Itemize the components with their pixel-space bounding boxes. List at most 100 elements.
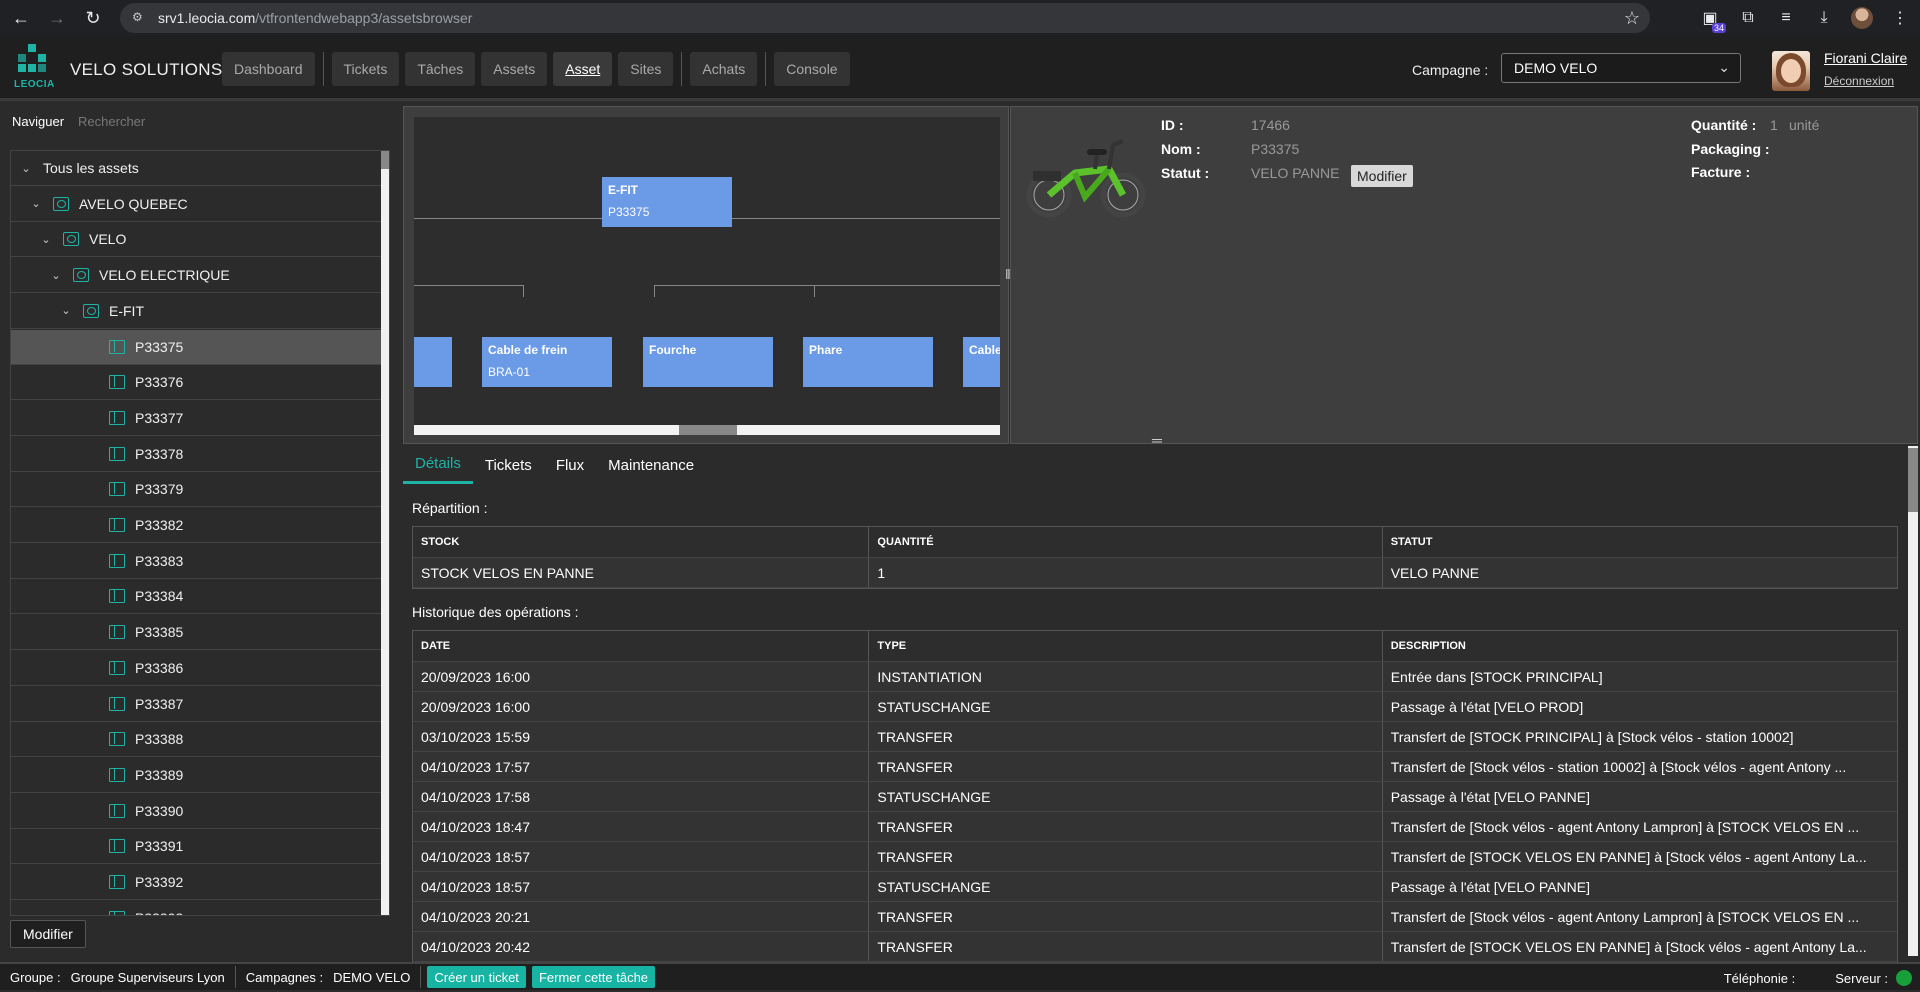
table-cell: TRANSFER — [869, 752, 1383, 781]
browser-menu-icon[interactable]: ⋮ — [1888, 6, 1912, 30]
diagram-scrollbar[interactable] — [414, 425, 1000, 435]
diagram-node-root[interactable]: E-FIT P33375 — [602, 177, 732, 227]
tree-item[interactable]: P33383 — [11, 544, 381, 579]
tree-item[interactable]: P33390 — [11, 794, 381, 829]
details-scrollbar[interactable] — [1908, 446, 1918, 956]
url-path: /vtfrontendwebapp3/assetsbrowser — [255, 10, 473, 26]
tree-item[interactable]: P33393 — [11, 901, 381, 915]
tab-flux[interactable]: Flux — [544, 446, 596, 484]
repartition-table: STOCK QUANTITÉ STATUT STOCK VELOS EN PANNE 1… — [412, 526, 1898, 589]
nav-sites[interactable]: Sites — [618, 52, 674, 86]
column-header[interactable]: QUANTITÉ — [869, 527, 1383, 557]
tree-item[interactable]: P33376 — [11, 365, 381, 401]
leocia-logo[interactable]: LEOCIA — [14, 44, 54, 90]
tree-item[interactable]: P33379 — [11, 472, 381, 508]
column-header[interactable]: DATE — [413, 631, 870, 661]
nav-assets[interactable]: Assets — [481, 52, 548, 86]
campaign-select[interactable]: DEMO VELO ⌄ — [1501, 53, 1741, 83]
chevron-down-icon[interactable]: ⌄ — [49, 269, 63, 282]
reload-icon[interactable]: ↻ — [78, 3, 108, 33]
tree-item[interactable]: ⌄ E-FIT — [11, 294, 381, 329]
chevron-down-icon[interactable]: ⌄ — [39, 233, 53, 246]
table-row[interactable]: 04/10/2023 18:57 TRANSFER Transfert de [ST… — [413, 842, 1897, 872]
tree-item[interactable]: ⌄ VELO ELECTRIQUE — [11, 258, 381, 294]
table-row[interactable]: 03/10/2023 15:59 TRANSFER Transfert de [ST… — [413, 722, 1897, 752]
diagram-node-child[interactable]: Cable — [963, 337, 1000, 387]
forward-arrow-icon[interactable]: → — [42, 3, 72, 33]
tree-item[interactable]: ⌄ VELO — [11, 222, 381, 258]
extension-icon[interactable]: ▣ 34 — [1698, 6, 1726, 33]
tree-item[interactable]: P33386 — [11, 651, 381, 686]
chevron-down-icon[interactable]: ⌄ — [19, 162, 33, 175]
tab-details[interactable]: Détails — [403, 446, 473, 484]
table-row[interactable]: STOCK VELOS EN PANNE 1 VELO PANNE — [413, 558, 1897, 588]
tab-maintenance[interactable]: Maintenance — [596, 446, 706, 484]
tree-item[interactable]: P33392 — [11, 865, 381, 900]
nav-taches[interactable]: Tâches — [405, 52, 476, 86]
user-name-link[interactable]: Fiorani Claire — [1824, 50, 1907, 66]
profile-avatar[interactable] — [1850, 6, 1874, 30]
column-header[interactable]: STOCK — [413, 527, 870, 557]
tab-navigate[interactable]: Naviguer — [12, 114, 64, 129]
logout-link[interactable]: Déconnexion — [1824, 74, 1894, 88]
nav-dashboard[interactable]: Dashboard — [222, 52, 315, 86]
tree-item[interactable]: P33377 — [11, 401, 381, 436]
table-row[interactable]: 20/09/2023 16:00 STATUSCHANGE Passage à l'… — [413, 692, 1897, 722]
back-arrow-icon[interactable]: ← — [6, 3, 36, 33]
puzzle-extensions-icon[interactable]: ⧉ — [1736, 6, 1760, 30]
modify-button[interactable]: Modifier — [10, 920, 86, 948]
diagram-node-partial[interactable] — [414, 337, 452, 387]
tree-item-label: P33383 — [135, 552, 184, 569]
table-row[interactable]: 04/10/2023 18:57 STATUSCHANGE Passage à l'… — [413, 872, 1897, 902]
media-control-icon[interactable]: ≡ — [1774, 6, 1798, 30]
table-row[interactable]: 04/10/2023 17:57 TRANSFER Transfert de [St… — [413, 752, 1897, 782]
create-ticket-button[interactable]: Créer un ticket — [427, 966, 526, 988]
table-row[interactable]: 04/10/2023 17:58 STATUSCHANGE Passage à l'… — [413, 782, 1897, 812]
column-header[interactable]: DESCRIPTION — [1383, 631, 1897, 661]
tree-item[interactable]: P33384 — [11, 579, 381, 615]
chevron-down-icon[interactable]: ⌄ — [29, 197, 43, 210]
tree-item[interactable]: P33391 — [11, 829, 381, 865]
tree-item[interactable]: P33378 — [11, 437, 381, 472]
asset-diagram[interactable]: E-FIT P33375 Cable de frein BRA-01 Fourc… — [414, 117, 1000, 425]
tab-search[interactable]: Rechercher — [78, 114, 145, 129]
site-settings-icon[interactable]: ⚙ — [132, 10, 148, 26]
table-cell: Transfert de [STOCK VELOS EN PANNE] à [S… — [1390, 938, 1867, 955]
name-label: Nom : — [1161, 141, 1201, 157]
table-row[interactable]: 04/10/2023 20:21 TRANSFER Transfert de [St… — [413, 902, 1897, 932]
table-row[interactable]: 20/09/2023 16:00 INSTANTIATION Entrée dans… — [413, 662, 1897, 692]
tab-tickets[interactable]: Tickets — [473, 446, 544, 484]
status-modify-button[interactable]: Modifier — [1351, 165, 1413, 187]
address-bar[interactable]: ⚙ srv1.leocia.com/vtfrontendwebapp3/asse… — [120, 3, 1650, 33]
bookmark-star-icon[interactable]: ☆ — [1624, 8, 1640, 29]
diagram-node-child[interactable]: Phare — [803, 337, 933, 387]
nav-achats[interactable]: Achats — [690, 52, 758, 86]
diagram-node-child[interactable]: Fourche — [643, 337, 773, 387]
tree-scrollbar[interactable] — [381, 151, 389, 915]
brand-title: VELO SOLUTIONS — [70, 60, 223, 79]
table-row[interactable]: 04/10/2023 20:42 TRANSFER Transfert de [ST… — [413, 932, 1897, 962]
tree-item[interactable]: P33385 — [11, 615, 381, 651]
close-task-button[interactable]: Fermer cette tâche — [531, 966, 656, 988]
column-header[interactable]: TYPE — [869, 631, 1383, 661]
chevron-down-icon[interactable]: ⌄ — [59, 304, 73, 317]
download-icon[interactable]: ⤓ — [1812, 6, 1836, 30]
tree-item[interactable]: P33382 — [11, 508, 381, 543]
nav-asset[interactable]: Asset — [553, 52, 613, 86]
horizontal-splitter-icon[interactable]: ═ — [1152, 433, 1162, 447]
nav-console[interactable]: Console — [774, 52, 850, 86]
tree-item-label: P33389 — [135, 766, 184, 783]
column-header[interactable]: STATUT — [1383, 527, 1897, 557]
diagram-node-child[interactable]: Cable de frein BRA-01 — [482, 337, 612, 387]
tree-item[interactable]: ⌄ Tous les assets — [11, 151, 381, 186]
browser-toolbar: ← → ↻ ⚙ srv1.leocia.com/vtfrontendwebapp… — [0, 0, 1920, 36]
tree-item[interactable]: P33375 — [11, 329, 381, 365]
tree-item[interactable]: P33387 — [11, 687, 381, 722]
tree-item[interactable]: P33389 — [11, 758, 381, 793]
tree-item[interactable]: P33388 — [11, 722, 381, 758]
id-label: ID : — [1161, 117, 1184, 133]
status-label: Statut : — [1161, 165, 1210, 181]
table-row[interactable]: 04/10/2023 18:47 TRANSFER Transfert de [St… — [413, 812, 1897, 842]
tree-item[interactable]: ⌄ AVELO QUEBEC — [11, 187, 381, 222]
nav-tickets[interactable]: Tickets — [331, 52, 400, 86]
